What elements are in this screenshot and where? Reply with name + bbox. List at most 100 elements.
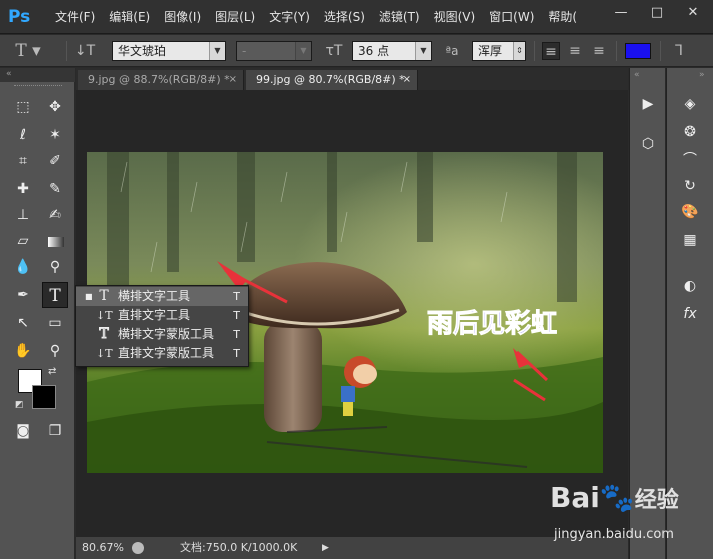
crop-tool-icon[interactable]: ⌗ (10, 148, 36, 174)
horizontal-type-mask-tool-item[interactable]: T 横排文字蒙版工具 T (76, 325, 248, 344)
channels-icon[interactable]: ❂ (675, 120, 705, 144)
lasso-tool-icon[interactable]: ℓ (10, 122, 36, 148)
shortcut-key: T (233, 328, 240, 341)
dodge-tool-icon[interactable]: ⚲ (42, 254, 68, 280)
eyedropper-tool-icon[interactable]: ✐ (42, 148, 68, 174)
pen-tool-icon[interactable]: ✒ (10, 282, 36, 308)
text-orientation-icon[interactable]: ↓T (74, 42, 96, 60)
photoshop-logo: Ps (8, 7, 31, 27)
gradient-tool-icon[interactable] (48, 237, 64, 247)
3d-panel-icon[interactable]: ⬡ (633, 132, 663, 156)
canvas-text-layer[interactable]: 雨后见彩虹 (427, 309, 558, 340)
close-button[interactable]: ✕ (678, 2, 708, 24)
menu-type[interactable]: 文字(Y) (262, 0, 317, 34)
vertical-type-tool-item[interactable]: ↓T 直排文字工具 T (76, 306, 248, 325)
menu-item-label: 直排文字工具 (118, 308, 191, 322)
status-menu-arrow-icon[interactable]: ▶ (322, 537, 329, 559)
tab-label: 9.jpg @ 88.7%(RGB/8#) * (88, 73, 230, 86)
vertical-type-mask-icon: ↓T (96, 347, 113, 360)
menu-item-label: 横排文字工具 (118, 289, 191, 303)
horizontal-type-tool-item[interactable]: ■ T 横排文字工具 T (76, 287, 248, 306)
antialias-select[interactable]: 浑厚 ⇕ (472, 41, 526, 61)
play-action-icon[interactable]: ▶ (633, 92, 663, 116)
menu-select[interactable]: 选择(S) (317, 0, 372, 34)
quick-mask-icon[interactable]: ◙ (10, 418, 36, 444)
collapse-icon[interactable]: « (6, 69, 12, 79)
menu-item-label: 横排文字蒙版工具 (118, 327, 215, 341)
vertical-type-mask-tool-item[interactable]: ↓T 直排文字蒙版工具 T (76, 344, 248, 363)
menu-filter[interactable]: 滤镜(T) (372, 0, 427, 34)
align-left-icon[interactable]: ≡ (542, 42, 560, 60)
warp-text-icon[interactable]: Ꞁ (668, 42, 690, 60)
updown-icon: ⇕ (513, 42, 525, 60)
history-icon[interactable]: ↻ (675, 174, 705, 198)
swap-colors-icon[interactable]: ⇄ (48, 366, 56, 377)
marquee-tool-icon[interactable]: ⬚ (10, 94, 36, 120)
type-tool-preset-icon[interactable]: T ▾ (8, 42, 48, 60)
text-color-swatch[interactable] (625, 43, 651, 59)
align-right-icon[interactable]: ≡ (590, 42, 608, 60)
close-icon[interactable]: × (403, 70, 411, 90)
blur-tool-icon[interactable]: 💧 (10, 254, 36, 280)
menu-help[interactable]: 帮助( (541, 0, 584, 34)
menu-edit[interactable]: 编辑(E) (102, 0, 157, 34)
font-family-select[interactable]: 华文琥珀 ▼ (112, 41, 226, 61)
collapse-icon[interactable]: « (634, 70, 640, 80)
clone-stamp-tool-icon[interactable]: ⊥ (10, 202, 36, 228)
adjustments-icon[interactable]: ◐ (675, 274, 705, 298)
move-tool-icon[interactable]: ✥ (42, 94, 68, 120)
swatches-icon[interactable]: 🎨 (675, 200, 705, 224)
font-size-select[interactable]: 36 点 ▼ (352, 41, 432, 61)
magic-wand-tool-icon[interactable]: ✶ (42, 122, 68, 148)
shortcut-key: T (233, 290, 240, 303)
close-icon[interactable]: × (229, 70, 237, 90)
menu-file[interactable]: 文件(F) (48, 0, 102, 34)
status-info-icon[interactable] (132, 542, 144, 554)
shortcut-key: T (233, 347, 240, 360)
layers-icon[interactable]: ◈ (675, 92, 705, 116)
maximize-button[interactable]: □ (642, 2, 672, 24)
vertical-type-icon: ↓T (96, 309, 113, 322)
menu-image[interactable]: 图像(I) (157, 0, 208, 34)
type-tool-icon[interactable]: T (42, 282, 68, 308)
menu-view[interactable]: 视图(V) (427, 0, 483, 34)
shape-tool-icon[interactable]: ▭ (42, 310, 68, 336)
zoom-level[interactable]: 80.67% (82, 537, 124, 559)
document-tab-bar: 9.jpg @ 88.7%(RGB/8#) * × 99.jpg @ 80.7%… (76, 68, 628, 90)
path-selection-tool-icon[interactable]: ↖ (10, 310, 36, 336)
tab-document-9[interactable]: 9.jpg @ 88.7%(RGB/8#) * × (78, 70, 244, 90)
font-style-select[interactable]: - ▼ (236, 41, 312, 61)
watermark-url: jingyan.baidu.com (554, 527, 674, 542)
minimize-button[interactable]: — (606, 2, 636, 24)
status-bar: 80.67% 文档:750.0 K/1000.0K ▶ (76, 537, 628, 559)
healing-brush-tool-icon[interactable]: ✚ (10, 176, 36, 202)
grid-icon[interactable]: ▦ (675, 228, 705, 252)
zoom-tool-icon[interactable]: ⚲ (42, 338, 68, 364)
background-color-swatch[interactable] (32, 385, 56, 409)
styles-icon[interactable]: fx (675, 302, 705, 326)
chevron-down-icon: ▼ (209, 42, 225, 60)
align-center-icon[interactable]: ≡ (566, 42, 584, 60)
menu-layer[interactable]: 图层(L) (208, 0, 262, 34)
font-style-value: - (242, 44, 247, 58)
menu-window[interactable]: 窗口(W) (482, 0, 541, 34)
eraser-tool-icon[interactable]: ▱ (10, 228, 36, 254)
watermark-brand: Bai (550, 481, 600, 514)
horizontal-type-icon: T (99, 288, 109, 304)
brush-tool-icon[interactable]: ✎ (42, 176, 68, 202)
grip-icon (14, 85, 62, 87)
screen-mode-icon[interactable]: ❐ (42, 418, 68, 444)
default-colors-icon[interactable]: ◩ (15, 400, 24, 410)
paths-icon[interactable]: ⌒ (675, 148, 705, 172)
tab-document-99[interactable]: 99.jpg @ 80.7%(RGB/8#) * × (246, 70, 418, 90)
document-size: 文档:750.0 K/1000.0K (180, 541, 298, 554)
options-bar: T ▾ ↓T 华文琥珀 ▼ - ▼ τT 36 点 ▼ ªa 浑厚 ⇕ ≡ ≡ … (0, 35, 713, 67)
chevron-down-icon: ▼ (295, 42, 311, 60)
watermark-brand2: 经验 (634, 488, 679, 513)
antialias-icon: ªa (445, 44, 459, 58)
hand-tool-icon[interactable]: ✋ (10, 338, 36, 364)
main-menu: 文件(F) 编辑(E) 图像(I) 图层(L) 文字(Y) 选择(S) 滤镜(T… (48, 0, 584, 34)
history-brush-tool-icon[interactable]: ✍ (42, 202, 68, 228)
menu-item-label: 直排文字蒙版工具 (118, 346, 215, 360)
expand-icon[interactable]: » (699, 70, 705, 80)
